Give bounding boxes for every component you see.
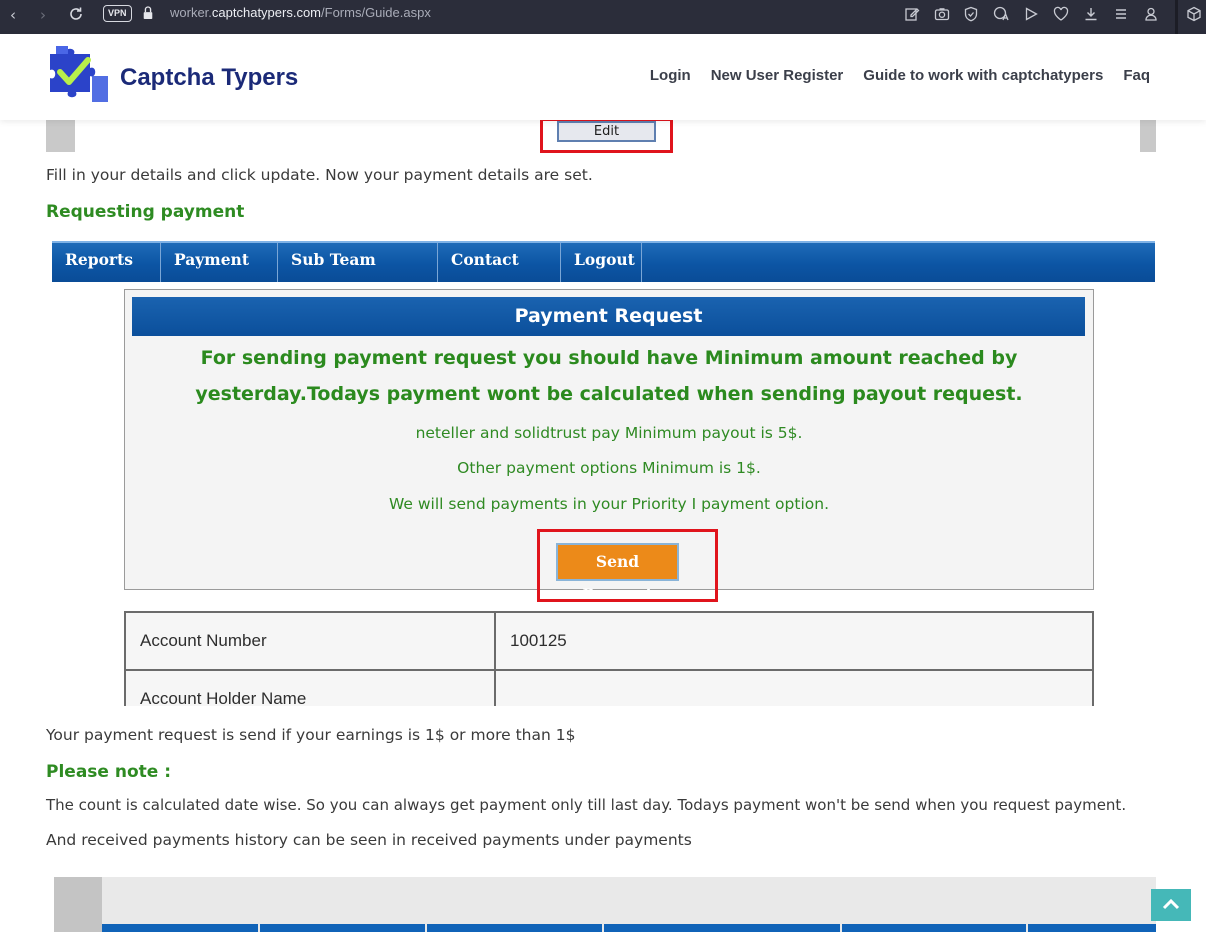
table-row: Account Holder Name xyxy=(124,669,1094,706)
note-line-1: The count is calculated date wise. So yo… xyxy=(46,796,1127,814)
site-logo-text[interactable]: Captcha Typers xyxy=(120,64,298,92)
edit-page-icon[interactable] xyxy=(902,4,922,24)
received-payments-screenshot xyxy=(54,877,1156,932)
table-header-bar xyxy=(102,924,1156,932)
requesting-payment-heading: Requesting payment xyxy=(46,202,245,222)
payment-request-screenshot: Reports Payment Sub Team Admin Contact I… xyxy=(52,239,1155,706)
menu-sub-team-admin: Sub Team Admin xyxy=(278,243,438,303)
nav-new-user-register[interactable]: New User Register xyxy=(711,67,844,84)
forward-icon[interactable]: › xyxy=(32,4,54,26)
account-number-label: Account Number xyxy=(124,611,496,671)
extension-icon[interactable] xyxy=(1184,4,1204,24)
payment-request-title: Payment Request xyxy=(132,297,1085,336)
please-note-heading: Please note : xyxy=(46,762,172,782)
guide-content: Edit Fill in your details and click upda… xyxy=(0,120,1206,932)
note-line-2: And received payments history can be see… xyxy=(46,831,692,849)
column-separator xyxy=(1026,924,1028,932)
earnings-requirement-text: Your payment request is send if your ear… xyxy=(46,726,576,744)
account-details-table: Account Number 100125 Account Holder Nam… xyxy=(124,611,1094,706)
screenshot-edge-left xyxy=(54,877,102,932)
profile-icon[interactable] xyxy=(1141,4,1161,24)
column-separator xyxy=(602,924,604,932)
vpn-badge[interactable]: VPN xyxy=(103,5,132,22)
other-minimum-text: Other payment options Minimum is 1$. xyxy=(457,459,761,477)
menu-contact-info: Contact Info xyxy=(438,243,561,303)
scroll-to-top-button[interactable] xyxy=(1151,889,1191,921)
menu-logout: Logout xyxy=(561,243,642,282)
edit-highlight-box xyxy=(540,120,673,153)
column-separator xyxy=(425,924,427,932)
fill-details-text: Fill in your details and click update. N… xyxy=(46,166,593,184)
screenshot-edge-left xyxy=(46,120,75,152)
payment-request-panel: Payment Request For sending payment requ… xyxy=(124,289,1094,604)
nav-guide[interactable]: Guide to work with captchatypers xyxy=(863,67,1103,84)
column-separator xyxy=(840,924,842,932)
account-holder-label: Account Holder Name xyxy=(124,669,496,706)
menu-reports: Reports xyxy=(52,243,161,299)
account-number-value: 100125 xyxy=(494,611,1094,671)
screenshot-edge-right xyxy=(1140,120,1156,152)
heart-icon[interactable] xyxy=(1051,4,1071,24)
table-row: Account Number 100125 xyxy=(124,611,1094,671)
reload-icon[interactable] xyxy=(66,4,86,24)
edit-screenshot: Edit xyxy=(46,120,1156,153)
browser-toolbar: ‹ › VPN worker.captchatypers.com/Forms/G… xyxy=(0,0,1206,34)
menu-payment: Payment xyxy=(161,243,278,299)
nav-login[interactable]: Login xyxy=(650,67,691,84)
shield-icon[interactable] xyxy=(961,4,981,24)
nav-faq[interactable]: Faq xyxy=(1123,67,1150,84)
menu-icon[interactable] xyxy=(1111,4,1131,24)
neteller-minimum-text: neteller and solidtrust pay Minimum payo… xyxy=(415,424,803,442)
address-bar[interactable]: worker.captchatypers.com/Forms/Guide.asp… xyxy=(170,4,431,22)
download-icon[interactable] xyxy=(1081,4,1101,24)
camera-icon[interactable] xyxy=(932,4,952,24)
toolbar-divider xyxy=(1175,0,1178,34)
minimum-amount-line-2: yesterday.Todays payment wont be calcula… xyxy=(195,383,1023,405)
play-icon[interactable] xyxy=(1021,4,1041,24)
member-menu-bar: Reports Payment Sub Team Admin Contact I… xyxy=(52,241,1155,303)
priority-option-text: We will send payments in your Priority I… xyxy=(389,495,829,513)
translate-icon[interactable] xyxy=(991,4,1011,24)
column-separator xyxy=(258,924,260,932)
caret-down-icon xyxy=(73,291,85,299)
lock-icon[interactable] xyxy=(142,5,156,23)
back-icon[interactable]: ‹ xyxy=(2,4,24,26)
account-holder-value xyxy=(494,669,1094,706)
minimum-amount-line-1: For sending payment request you should h… xyxy=(200,347,1018,369)
send-request-highlight-box xyxy=(537,529,718,602)
chevron-up-icon xyxy=(1162,898,1180,910)
puzzle-logo-icon[interactable] xyxy=(46,42,112,108)
site-header: Captcha Typers Login New User Register G… xyxy=(0,34,1206,120)
top-navigation: Login New User Register Guide to work wi… xyxy=(650,67,1150,84)
